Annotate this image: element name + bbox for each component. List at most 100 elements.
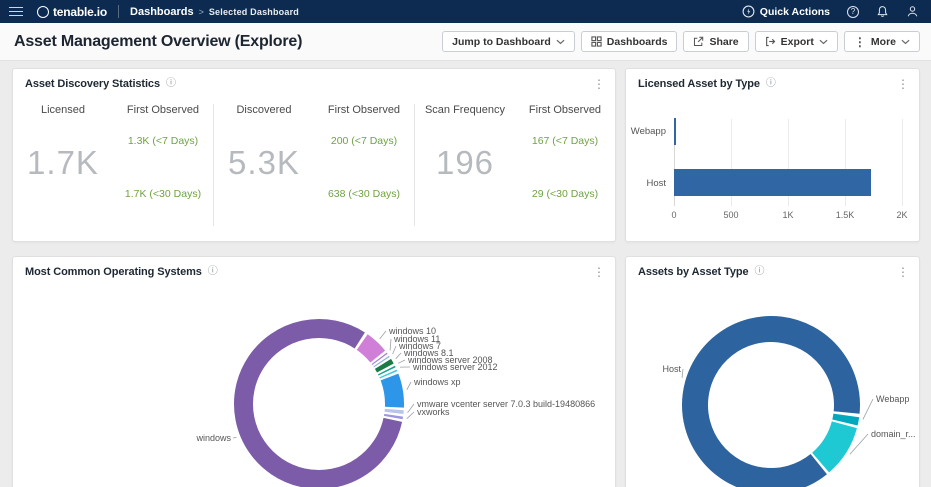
discovered-value: 5.3K — [214, 144, 314, 182]
info-icon[interactable]: ⓘ — [766, 78, 776, 90]
donut-label-windows: windows — [196, 433, 231, 443]
donut-leader-line — [396, 353, 401, 359]
first-observed-30days: 1.7K (<30 Days) — [113, 188, 213, 200]
breadcrumb: Dashboards > Selected Dashboard — [130, 6, 299, 18]
panel-title: Licensed Asset by Type — [638, 78, 760, 90]
donut-leader-line — [408, 404, 414, 413]
quick-actions-icon — [742, 5, 755, 18]
quick-actions-button[interactable]: Quick Actions — [742, 5, 830, 18]
most-common-operating-systems-panel: Most Common Operating Systems ⓘ ⋮ window… — [12, 256, 616, 487]
discovered-stat-group: Discovered 5.3K First Observed 200 (<7 D… — [213, 104, 414, 226]
breadcrumb-selected-dashboard[interactable]: Selected Dashboard — [209, 7, 299, 17]
donut-leader-line — [682, 369, 683, 378]
donut-leader-line — [407, 412, 414, 419]
licensed-asset-by-type-panel: Licensed Asset by Type ⓘ ⋮ Webapp Host 0… — [625, 68, 920, 242]
donut-label-windows-server-2012: windows server 2012 — [413, 362, 498, 372]
scan-frequency-stat-group: Scan Frequency 196 First Observed 167 (<… — [414, 104, 615, 226]
x-tick: 0 — [671, 210, 676, 220]
top-nav-bar: tenable.io Dashboards > Selected Dashboa… — [0, 0, 931, 23]
notifications-bell-icon[interactable] — [876, 5, 889, 18]
chevron-down-icon — [556, 39, 565, 45]
more-kebab-icon: ⋮ — [854, 35, 866, 49]
first-observed-7days: 1.3K (<7 Days) — [113, 135, 213, 147]
page-title: Asset Management Overview (Explore) — [14, 33, 302, 51]
tenable-logo-icon — [37, 6, 49, 18]
licensed-asset-bar-chart: Webapp Host 0 500 1K 1.5K 2K — [626, 69, 921, 243]
donut-label-webapp: Webapp — [876, 394, 909, 404]
breadcrumb-dashboards[interactable]: Dashboards — [130, 6, 194, 18]
donut-leader-line — [863, 399, 873, 420]
export-icon — [765, 36, 776, 47]
donut-leader-line — [233, 437, 236, 438]
first-observed-30days: 638 (<30 Days) — [314, 188, 414, 200]
x-tick: 500 — [723, 210, 738, 220]
page-header: Asset Management Overview (Explore) Jump… — [0, 23, 931, 61]
asset-discovery-statistics-panel: Asset Discovery Statistics ⓘ ⋮ Licensed … — [12, 68, 616, 242]
category-label-webapp: Webapp — [626, 126, 666, 137]
share-label: Share — [709, 36, 738, 48]
first-observed-label: First Observed — [515, 104, 615, 116]
gridline — [902, 119, 903, 206]
jump-to-dashboard-label: Jump to Dashboard — [452, 36, 551, 48]
scan-frequency-value: 196 — [415, 144, 515, 182]
bar-webapp[interactable] — [674, 118, 676, 145]
donut-leader-line — [380, 331, 386, 339]
more-button[interactable]: ⋮ More — [844, 31, 920, 52]
info-icon[interactable]: ⓘ — [755, 266, 765, 278]
first-observed-7days: 200 (<7 Days) — [314, 135, 414, 147]
share-button[interactable]: Share — [683, 31, 748, 52]
asset-type-donut-chart: HostWebappdomain_r... — [626, 257, 919, 487]
share-icon — [693, 36, 704, 47]
panel-menu-kebab-icon[interactable]: ⋮ — [897, 78, 909, 90]
x-tick: 1K — [782, 210, 793, 220]
chevron-down-icon — [901, 39, 910, 45]
panel-menu-kebab-icon[interactable]: ⋮ — [593, 78, 605, 90]
menu-hamburger-icon[interactable] — [9, 4, 23, 19]
os-donut-svg — [13, 257, 615, 487]
donut-leader-line — [390, 339, 391, 350]
donut-label-windows-xp: windows xp — [414, 377, 461, 387]
licensed-value: 1.7K — [13, 144, 113, 182]
first-observed-7days: 167 (<7 Days) — [515, 135, 615, 147]
discovery-stats-row: Licensed 1.7K First Observed 1.3K (<7 Da… — [13, 104, 615, 226]
licensed-stat-group: Licensed 1.7K First Observed 1.3K (<7 Da… — [13, 104, 213, 226]
panel-title: Asset Discovery Statistics — [25, 78, 160, 90]
app-window: tenable.io Dashboards > Selected Dashboa… — [0, 0, 931, 487]
quick-actions-label: Quick Actions — [760, 6, 830, 18]
panel-title: Most Common Operating Systems — [25, 266, 202, 278]
dashboards-grid-icon — [591, 36, 602, 47]
first-observed-label: First Observed — [113, 104, 213, 116]
x-tick: 1.5K — [836, 210, 855, 220]
panel-menu-kebab-icon[interactable]: ⋮ — [593, 266, 605, 278]
os-donut-chart: windows 10windows 11windows 7windows 8.1… — [13, 257, 615, 487]
donut-leader-line — [398, 360, 405, 363]
bar-host[interactable] — [674, 169, 871, 196]
assets-by-asset-type-panel: Assets by Asset Type ⓘ ⋮ HostWebappdomai… — [625, 256, 920, 487]
tenable-logo[interactable]: tenable.io — [37, 5, 107, 19]
nav-divider — [118, 5, 119, 18]
panel-menu-kebab-icon[interactable]: ⋮ — [897, 266, 909, 278]
scan-frequency-label: Scan Frequency — [415, 104, 515, 116]
brand-name: tenable.io — [53, 5, 107, 19]
panel-title: Assets by Asset Type — [638, 266, 749, 278]
donut-leader-line — [393, 346, 396, 354]
donut-label-host: Host — [662, 364, 681, 374]
discovered-label: Discovered — [214, 104, 314, 116]
licensed-label: Licensed — [13, 104, 113, 116]
export-button[interactable]: Export — [755, 31, 838, 52]
donut-label-vxworks: vxworks — [417, 407, 450, 417]
help-icon[interactable]: ? — [847, 6, 859, 18]
x-tick: 2K — [896, 210, 907, 220]
more-label: More — [871, 36, 896, 48]
export-label: Export — [781, 36, 814, 48]
category-label-host: Host — [626, 178, 666, 189]
dashboards-label: Dashboards — [607, 36, 668, 48]
donut-leader-line — [407, 382, 411, 390]
info-icon[interactable]: ⓘ — [166, 78, 176, 90]
breadcrumb-separator: > — [199, 7, 204, 17]
first-observed-label: First Observed — [314, 104, 414, 116]
dashboards-button[interactable]: Dashboards — [581, 31, 678, 52]
user-profile-icon[interactable] — [906, 5, 919, 18]
info-icon[interactable]: ⓘ — [208, 266, 218, 278]
jump-to-dashboard-button[interactable]: Jump to Dashboard — [442, 31, 575, 52]
